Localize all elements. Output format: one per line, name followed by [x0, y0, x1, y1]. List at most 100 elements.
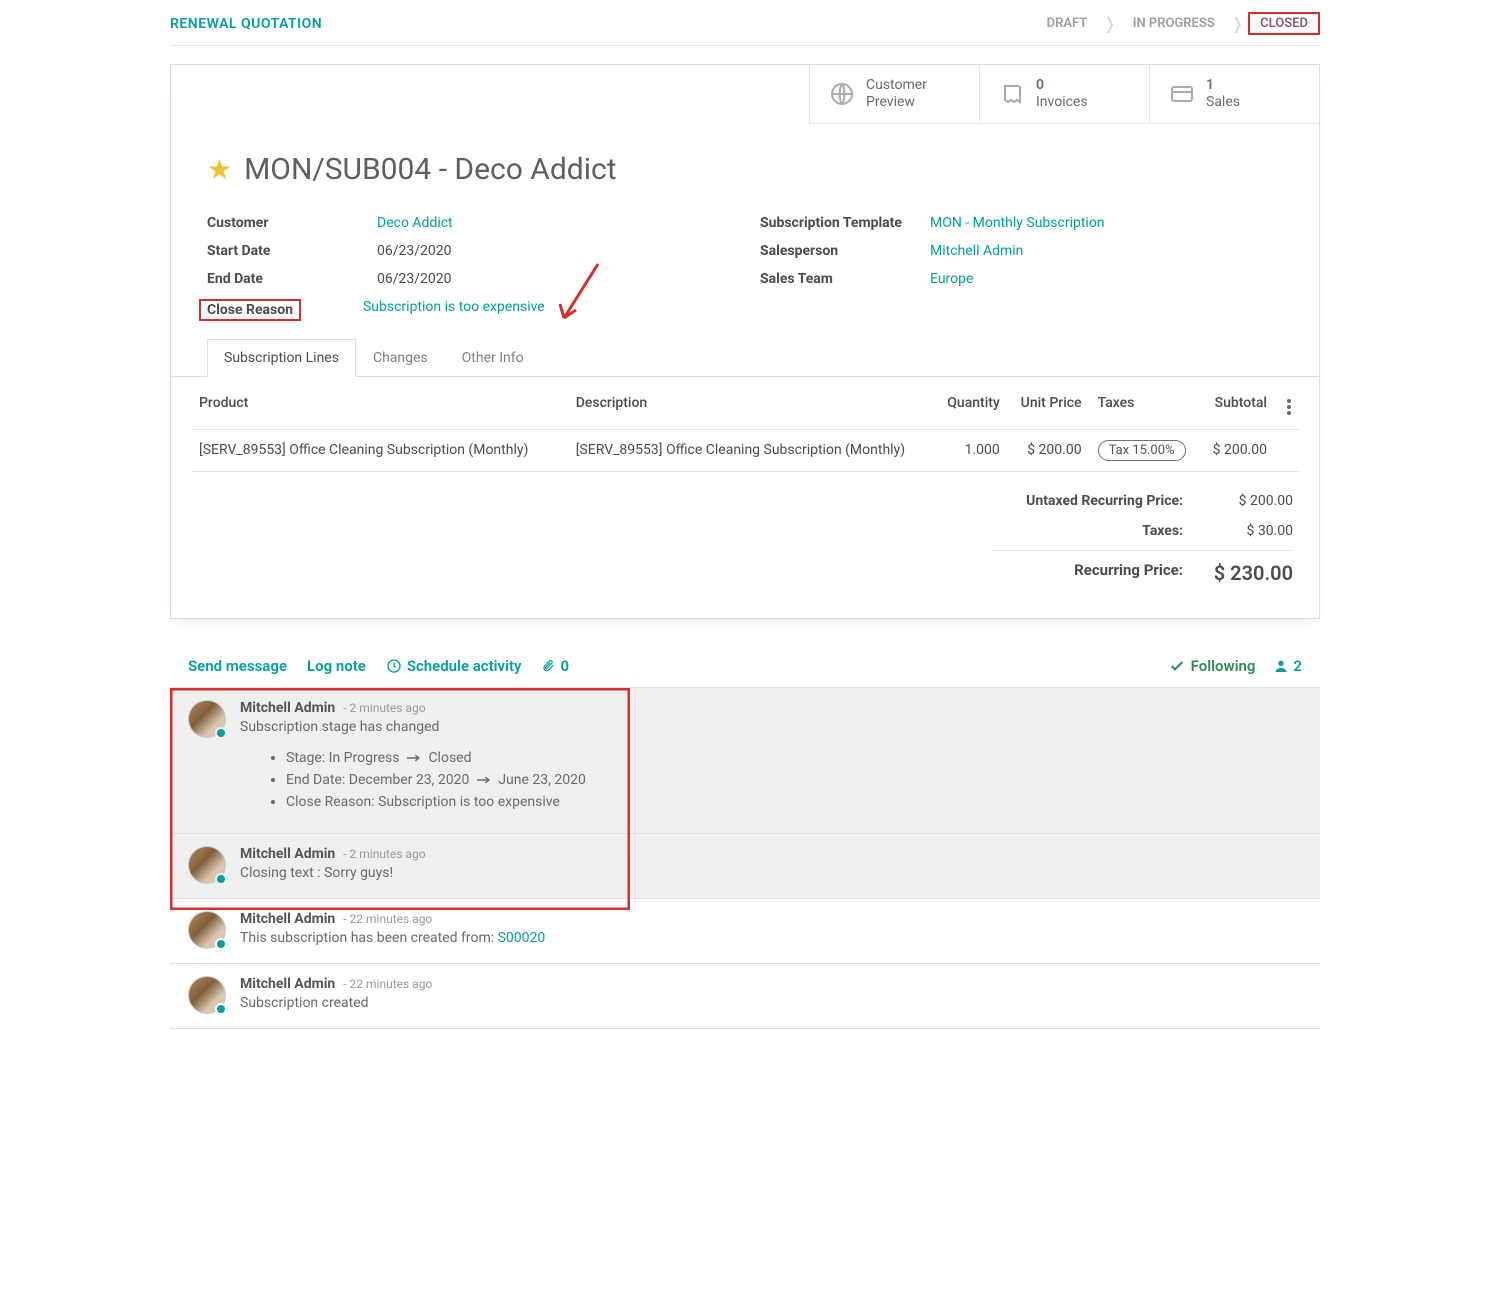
user-icon	[1273, 658, 1289, 674]
following-button[interactable]: Following	[1169, 657, 1256, 675]
tax-badge: Tax 15.00%	[1098, 440, 1186, 461]
message-text: Subscription created	[240, 995, 1302, 1011]
presence-icon	[215, 873, 227, 885]
cell-description: [SERV_89553] Office Cleaning Subscriptio…	[568, 429, 935, 471]
attachments-button[interactable]: 0	[541, 657, 569, 675]
col-subtotal[interactable]: Subtotal	[1200, 377, 1275, 430]
message-time: - 22 minutes ago	[343, 977, 432, 991]
cell-taxes: Tax 15.00%	[1090, 429, 1201, 471]
message: Mitchell Admin - 2 minutes ago Closing te…	[170, 834, 1320, 899]
tab-changes[interactable]: Changes	[356, 339, 445, 377]
source-link[interactable]: S00020	[498, 930, 546, 946]
template-link[interactable]: MON - Monthly Subscription	[930, 215, 1105, 231]
stat-count: 0	[1036, 77, 1088, 94]
attachments-count: 0	[560, 657, 569, 675]
tab-subscription-lines[interactable]: Subscription Lines	[207, 339, 356, 377]
recurring-label: Recurring Price:	[993, 561, 1183, 585]
record-title: MON/SUB004 - Deco Addict	[244, 152, 616, 187]
followers-button[interactable]: 2	[1273, 657, 1302, 675]
field-label: Subscription Template	[760, 215, 930, 231]
schedule-activity-button[interactable]: Schedule activity	[386, 657, 522, 675]
stat-label: Invoices	[1036, 94, 1088, 111]
field-label: Customer	[207, 215, 377, 231]
col-description[interactable]: Description	[568, 377, 935, 430]
stage-closed[interactable]: CLOSED	[1248, 12, 1320, 35]
avatar[interactable]	[188, 846, 226, 884]
renewal-quotation-button[interactable]: RENEWAL QUOTATION	[170, 16, 322, 32]
untaxed-value: $ 200.00	[1183, 493, 1293, 509]
record-card: Customer Preview 0 Invoices 1 Sales	[170, 64, 1320, 619]
customer-preview-button[interactable]: Customer Preview	[809, 65, 979, 124]
taxes-label: Taxes:	[993, 523, 1183, 539]
book-icon	[1000, 82, 1024, 106]
col-product[interactable]: Product	[191, 377, 568, 430]
avatar[interactable]	[188, 700, 226, 738]
stage-bar: DRAFT ❭ IN PROGRESS ❭ CLOSED	[1035, 12, 1320, 35]
message-text: Closing text : Sorry guys!	[240, 865, 1302, 881]
tab-other-info[interactable]: Other Info	[445, 339, 541, 377]
presence-icon	[215, 727, 227, 739]
col-quantity[interactable]: Quantity	[935, 377, 1008, 430]
message-author: Mitchell Admin	[240, 846, 335, 862]
header-bar: RENEWAL QUOTATION DRAFT ❭ IN PROGRESS ❭ …	[170, 0, 1320, 46]
message: Mitchell Admin - 22 minutes ago Subscript…	[170, 964, 1320, 1029]
stat-buttons: Customer Preview 0 Invoices 1 Sales	[171, 65, 1319, 124]
dots-icon	[1287, 399, 1291, 415]
send-message-button[interactable]: Send message	[188, 657, 287, 675]
chevron-icon: ❭	[1231, 14, 1244, 33]
sales-button[interactable]: 1 Sales	[1149, 65, 1319, 124]
message-time: - 2 minutes ago	[343, 847, 425, 861]
stat-line: Customer	[866, 77, 927, 94]
invoices-button[interactable]: 0 Invoices	[979, 65, 1149, 124]
check-icon	[1169, 658, 1185, 674]
field-label: Salesperson	[760, 243, 930, 259]
col-options[interactable]	[1275, 377, 1299, 430]
message: Mitchell Admin - 22 minutes ago This subs…	[170, 899, 1320, 964]
log-note-button[interactable]: Log note	[307, 657, 366, 675]
stage-in-progress[interactable]: IN PROGRESS	[1121, 12, 1227, 35]
arrow-icon	[477, 775, 491, 785]
avatar[interactable]	[188, 911, 226, 949]
team-link[interactable]: Europe	[930, 271, 973, 287]
recurring-value: $ 230.00	[1183, 561, 1293, 585]
message-text: This subscription has been created from:…	[240, 930, 1302, 946]
message-author: Mitchell Admin	[240, 700, 335, 716]
stat-label: Sales	[1206, 94, 1240, 111]
globe-icon	[830, 82, 854, 106]
lines-table: Product Description Quantity Unit Price …	[191, 377, 1299, 472]
field-label: Sales Team	[760, 271, 930, 287]
untaxed-label: Untaxed Recurring Price:	[993, 493, 1183, 509]
message-author: Mitchell Admin	[240, 976, 335, 992]
table-row[interactable]: [SERV_89553] Office Cleaning Subscriptio…	[191, 429, 1299, 471]
col-taxes[interactable]: Taxes	[1090, 377, 1201, 430]
paperclip-icon	[541, 658, 555, 674]
avatar[interactable]	[188, 976, 226, 1014]
arrow-icon	[407, 753, 421, 763]
field-label: End Date	[207, 271, 377, 287]
taxes-value: $ 30.00	[1183, 523, 1293, 539]
message-text: Subscription stage has changed	[240, 719, 1302, 735]
message-author: Mitchell Admin	[240, 911, 335, 927]
salesperson-link[interactable]: Mitchell Admin	[930, 243, 1023, 259]
stage-draft[interactable]: DRAFT	[1035, 12, 1100, 35]
stat-count: 1	[1206, 77, 1240, 94]
customer-link[interactable]: Deco Addict	[377, 215, 453, 231]
chevron-icon: ❭	[1103, 14, 1116, 33]
field-label: Start Date	[207, 243, 377, 259]
close-reason-value[interactable]: Subscription is too expensive	[363, 299, 545, 321]
cell-unit-price: $ 200.00	[1008, 429, 1090, 471]
message-time: - 22 minutes ago	[343, 912, 432, 926]
star-icon[interactable]: ★	[207, 153, 232, 186]
followers-count: 2	[1293, 657, 1302, 675]
messages: Mitchell Admin - 2 minutes ago Subscripti…	[170, 687, 1320, 1029]
presence-icon	[215, 1003, 227, 1015]
change-list: Stage: In Progress Closed End Date: Dece…	[286, 747, 1302, 813]
cell-quantity: 1.000	[935, 429, 1008, 471]
card-icon	[1170, 82, 1194, 106]
following-label: Following	[1191, 657, 1256, 675]
tabs: Subscription Lines Changes Other Info	[171, 339, 1319, 377]
schedule-label: Schedule activity	[407, 657, 522, 675]
field-value: 06/23/2020	[377, 243, 452, 259]
cell-subtotal: $ 200.00	[1200, 429, 1275, 471]
col-unit-price[interactable]: Unit Price	[1008, 377, 1090, 430]
